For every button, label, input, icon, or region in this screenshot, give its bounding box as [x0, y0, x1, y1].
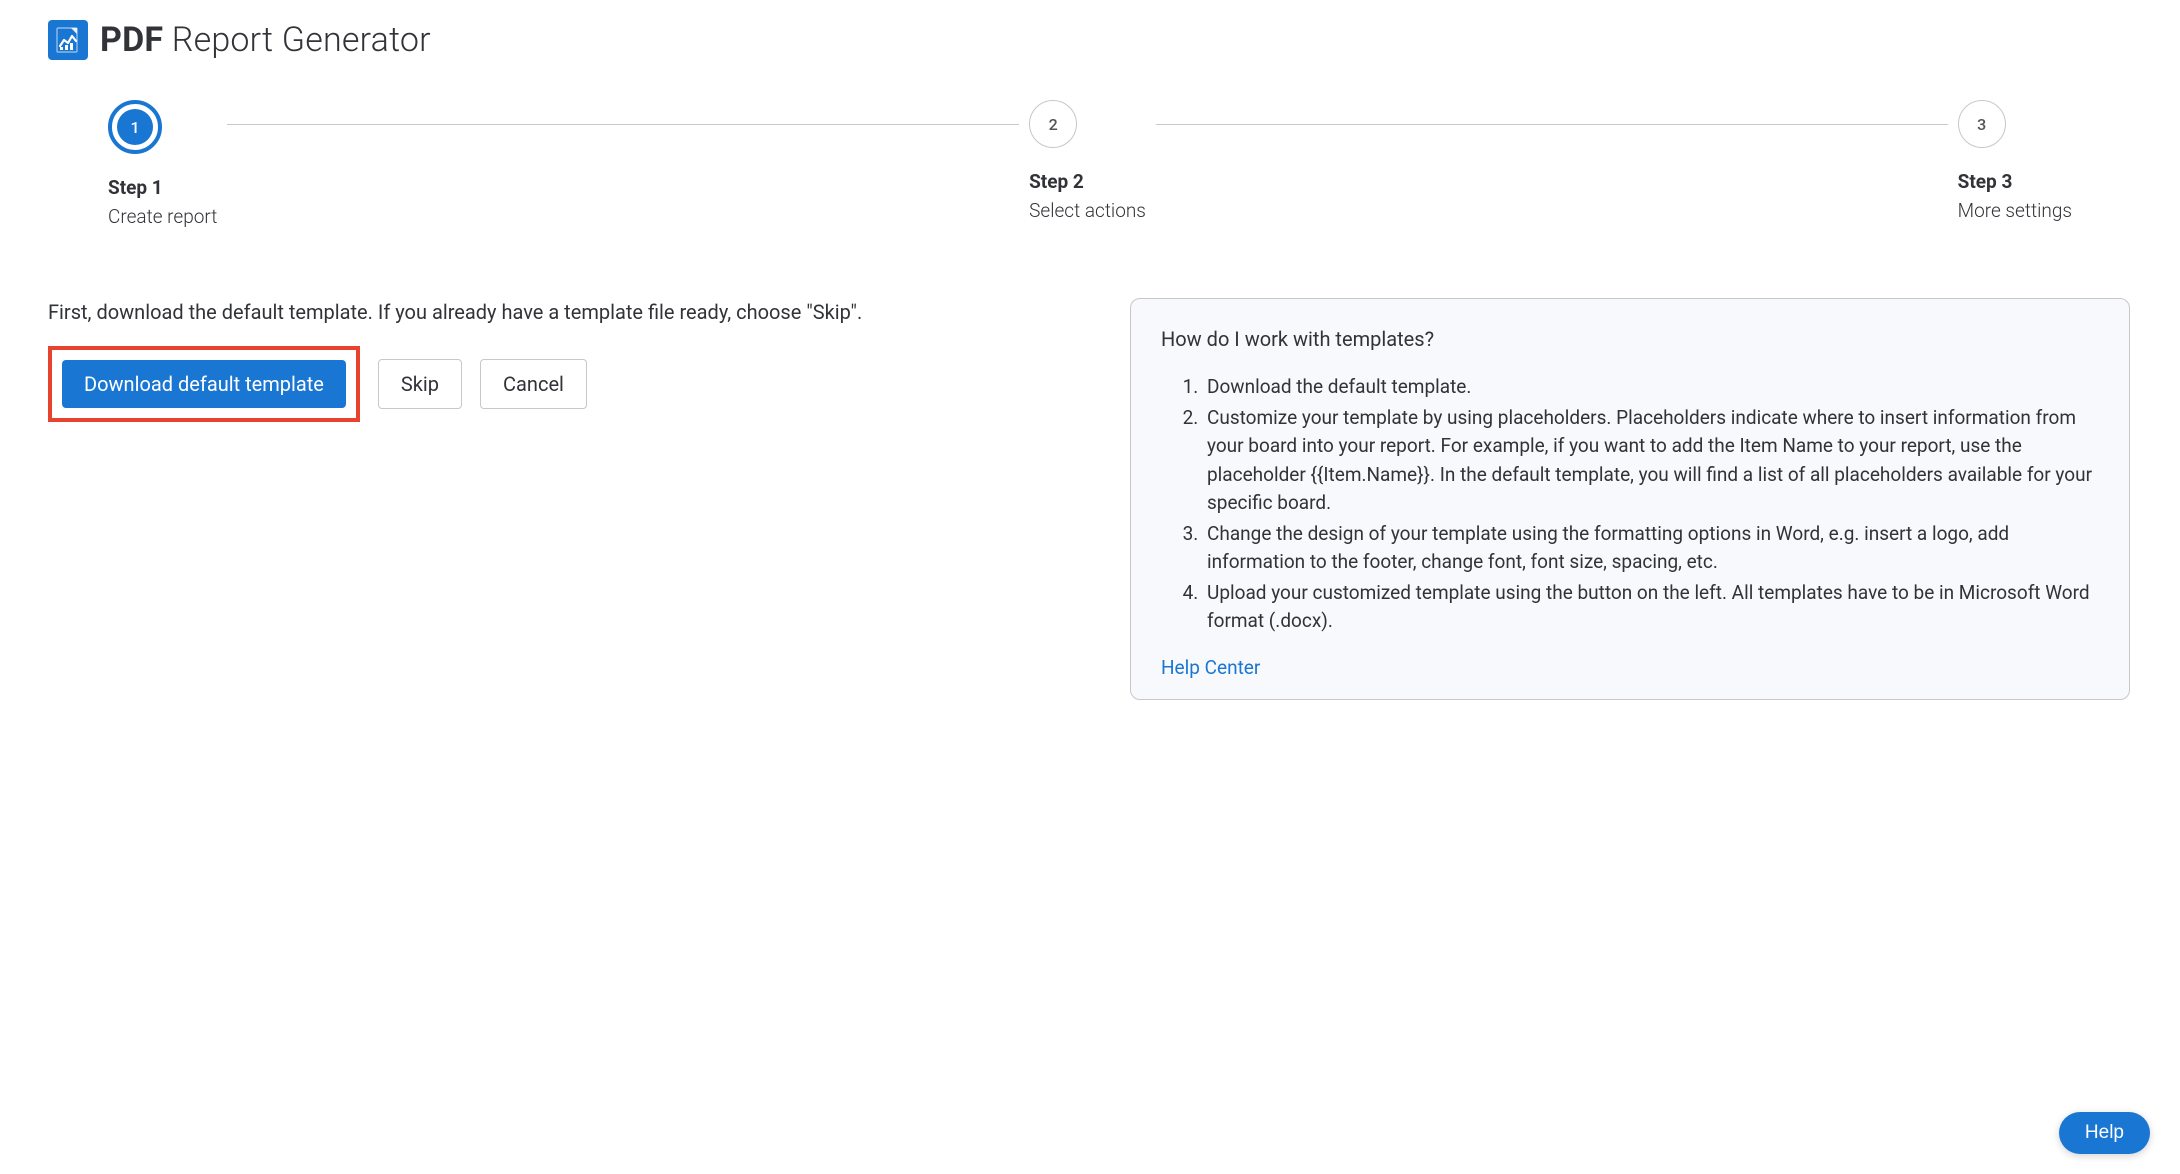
help-item-3: Change the design of your template using…	[1203, 520, 2099, 577]
cancel-button[interactable]: Cancel	[480, 359, 587, 409]
step-1-desc: Create report	[108, 205, 217, 228]
step-line-1-2	[227, 124, 1019, 125]
stepper: 1 Step 1 Create report 2 Step 2 Select a…	[108, 100, 2072, 228]
app-logo-icon	[48, 20, 88, 60]
step-3-circle[interactable]: 3	[1958, 100, 2006, 148]
download-default-template-button[interactable]: Download default template	[62, 360, 346, 408]
step-2-circle[interactable]: 2	[1029, 100, 1077, 148]
button-row: Download default template Skip Cancel	[48, 346, 1090, 422]
instruction-text: First, download the default template. If…	[48, 298, 1090, 326]
step-2[interactable]: 2 Step 2 Select actions	[1029, 100, 1146, 222]
main-content: First, download the default template. If…	[48, 298, 2132, 700]
step-2-title: Step 2	[1029, 170, 1146, 193]
help-panel: How do I work with templates? Download t…	[1130, 298, 2130, 700]
step-2-desc: Select actions	[1029, 199, 1146, 222]
help-list: Download the default template. Customize…	[1161, 373, 2099, 636]
skip-button[interactable]: Skip	[378, 359, 462, 409]
help-floating-button[interactable]: Help	[2059, 1112, 2150, 1154]
download-highlight-box: Download default template	[48, 346, 360, 422]
step-3[interactable]: 3 Step 3 More settings	[1958, 100, 2072, 222]
step-1-circle[interactable]: 1	[108, 100, 162, 154]
help-item-2: Customize your template by using placeho…	[1203, 404, 2099, 518]
right-column: How do I work with templates? Download t…	[1130, 298, 2130, 700]
left-column: First, download the default template. If…	[48, 298, 1090, 422]
help-item-1: Download the default template.	[1203, 373, 2099, 402]
step-1-title: Step 1	[108, 176, 217, 199]
step-1[interactable]: 1 Step 1 Create report	[108, 100, 217, 228]
help-center-link[interactable]: Help Center	[1161, 656, 1260, 679]
help-item-4: Upload your customized template using th…	[1203, 579, 2099, 636]
app-header: PDF Report Generator	[48, 20, 2132, 60]
app-title-bold: PDF	[100, 20, 163, 60]
step-3-title: Step 3	[1958, 170, 2072, 193]
help-panel-title: How do I work with templates?	[1161, 327, 2099, 351]
app-title-rest: Report Generator	[163, 20, 431, 60]
step-line-2-3	[1156, 124, 1948, 125]
app-title: PDF Report Generator	[100, 20, 431, 60]
step-3-desc: More settings	[1958, 199, 2072, 222]
